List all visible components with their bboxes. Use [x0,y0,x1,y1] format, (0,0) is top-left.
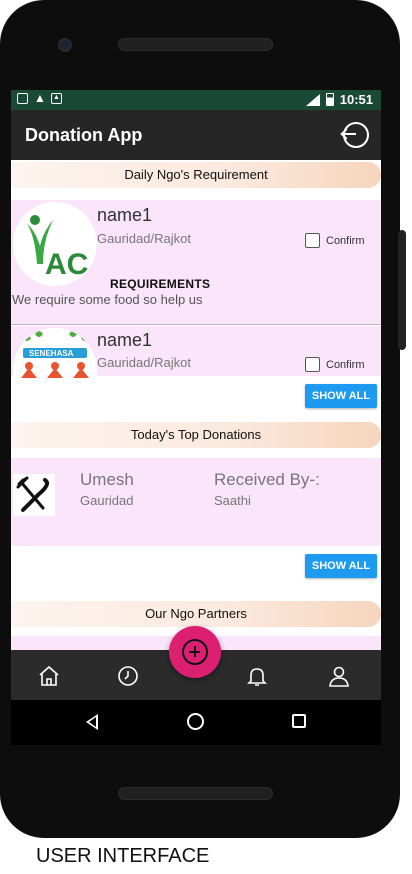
back-icon[interactable] [86,714,98,730]
checkbox-box[interactable] [305,357,320,372]
senehasa-logo-icon: SENEHASA [21,331,89,378]
app-title: Donation App [25,125,143,145]
ngo-logo-yac: AC [13,202,97,286]
figure-caption: USER INTERFACE [36,845,210,867]
confirm-label: Confirm [326,358,365,371]
donor-location: Gauridad [80,493,134,508]
requirement-card[interactable]: SENEHASA name1 Gauridad/Rajkot Confirm [11,326,381,412]
warning-notification-icon: ▲ [34,91,46,105]
bottom-speaker [118,787,273,800]
requirements-text: We require some food so help us [12,292,203,307]
ngo-location: Gauridad/Rajkot [97,355,191,370]
received-by-label: Received By-: [214,470,320,489]
history-icon[interactable] [116,664,140,688]
requirement-card[interactable]: AC name1 Gauridad/Rajkot Confirm REQUIRE… [11,200,381,325]
status-time: 10:51 [339,92,373,107]
app-screen: ▲ ▲ 10:51 Donation App Daily Ngo's Requi… [11,90,381,700]
yac-logo-icon: AC [27,215,88,281]
receiver-name: Saathi [214,493,251,508]
confirm-label: Confirm [326,234,365,247]
daily-requirement-header: Daily Ngo's Requirement [11,162,381,188]
status-bar: ▲ ▲ 10:51 [11,90,381,110]
top-donations-header: Today's Top Donations [11,422,381,448]
ngo-partners-header: Our Ngo Partners [11,601,381,627]
ngo-location: Gauridad/Rajkot [97,231,191,246]
logo-text: SENEHASA [29,349,74,358]
notification-icons: ▲ ▲ [17,91,62,105]
card-divider [11,324,381,325]
earpiece-speaker [118,38,273,51]
profile-icon[interactable] [327,664,351,688]
show-all-donations-button[interactable]: SHOW ALL [305,554,377,578]
app-bar: Donation App [11,110,381,160]
donor-name: Umesh [80,470,134,489]
ngo-name: name1 [97,330,153,350]
front-camera [58,38,72,52]
confirm-checkbox[interactable]: Confirm [305,357,365,372]
status-right: 10:51 [305,92,373,107]
show-all-requirements-button[interactable]: SHOW ALL [305,384,377,408]
donation-card[interactable]: Umesh Gauridad Received By-: Saathi [11,458,381,546]
bell-icon[interactable] [245,664,269,688]
fork-knife-icon [13,474,55,516]
requirements-title: REQUIREMENTS [110,277,211,291]
logo-text: AC [45,248,88,281]
signal-icon [305,93,320,106]
battery-icon [325,93,334,106]
ngo-name: name1 [97,205,153,225]
gallery-notification-icon [17,93,28,104]
add-icon [182,639,208,665]
add-donation-button[interactable] [169,626,221,678]
recent-apps-icon[interactable] [292,714,306,728]
home-circle-icon[interactable] [187,713,204,730]
logout-icon[interactable] [342,122,369,148]
confirm-checkbox[interactable]: Confirm [305,233,365,248]
home-icon[interactable] [37,664,61,688]
phone-frame: ▲ ▲ 10:51 Donation App Daily Ngo's Requi… [0,0,406,838]
ngo-logo-senehasa: SENEHASA [13,328,97,412]
checkbox-box[interactable] [305,233,320,248]
system-navigation-bar [11,700,381,745]
app-notification-icon: ▲ [51,93,62,104]
phone-side-button [398,230,406,350]
